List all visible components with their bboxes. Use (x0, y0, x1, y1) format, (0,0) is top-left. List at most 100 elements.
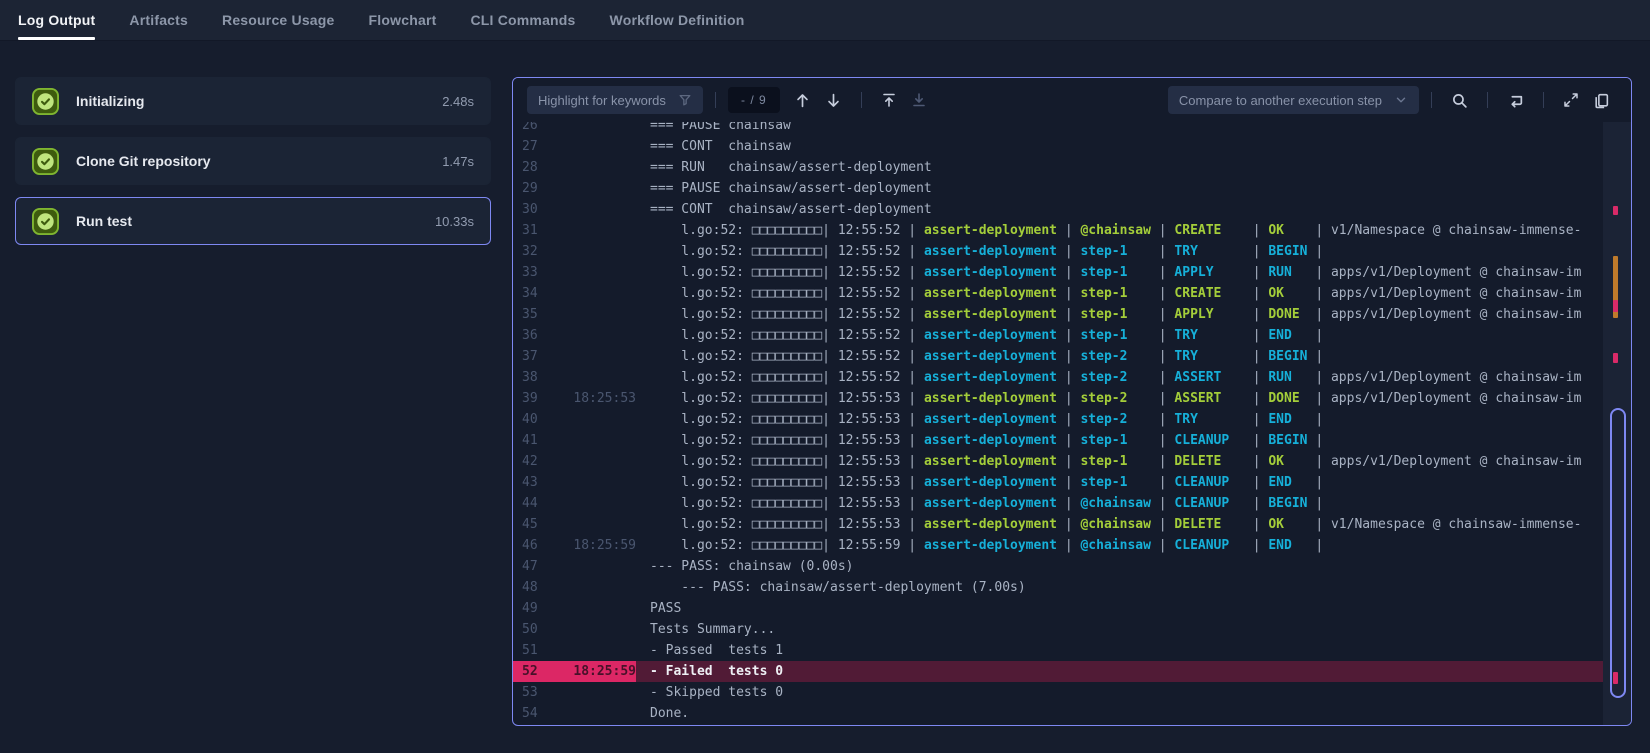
line-timestamp: 18:25:59 (555, 661, 636, 682)
log-line[interactable]: 47--- PASS: chainsaw (0.00s) (513, 556, 1603, 577)
line-number[interactable]: 37 (513, 346, 555, 367)
search-button[interactable] (1451, 92, 1468, 109)
log-line[interactable]: 36 l.go:52: □□□□□□□□□| 12:55:52 | assert… (513, 325, 1603, 346)
step-card-clone-git-repository[interactable]: Clone Git repository1.47s (15, 137, 491, 185)
log-line[interactable]: 29=== PAUSE chainsaw/assert-deployment (513, 178, 1603, 199)
scroll-to-top-button[interactable] (881, 92, 897, 108)
log-line[interactable]: 53- Skipped tests 0 (513, 682, 1603, 703)
log-line[interactable]: 4618:25:59 l.go:52: □□□□□□□□□| 12:55:59 … (513, 535, 1603, 556)
log-text: l.go:52: □□□□□□□□□| 12:55:59 | (650, 538, 924, 553)
log-line[interactable]: 3918:25:53 l.go:52: □□□□□□□□□| 12:55:53 … (513, 388, 1603, 409)
log-text: | apps/v1/Deployment @ chainsaw-im (1308, 454, 1582, 469)
line-number[interactable]: 33 (513, 262, 555, 283)
tab-log-output[interactable]: Log Output (18, 0, 95, 40)
log-field: BEGIN (1268, 433, 1307, 448)
compare-step-dropdown[interactable]: Compare to another execution step (1168, 86, 1419, 114)
log-line[interactable]: 44 l.go:52: □□□□□□□□□| 12:55:53 | assert… (513, 493, 1603, 514)
line-number[interactable]: 54 (513, 703, 555, 720)
log-scrollbar-thumb[interactable] (1610, 408, 1626, 698)
log-line[interactable]: 31 l.go:52: □□□□□□□□□| 12:55:52 | assert… (513, 220, 1603, 241)
tab-cli-commands[interactable]: CLI Commands (470, 0, 575, 40)
line-number[interactable]: 44 (513, 493, 555, 514)
line-number[interactable]: 32 (513, 241, 555, 262)
previous-match-button[interactable] (794, 92, 811, 109)
line-number[interactable]: 43 (513, 472, 555, 493)
log-text: | (1245, 223, 1268, 238)
log-field: step-1 (1080, 328, 1150, 343)
log-line[interactable]: 49PASS (513, 598, 1603, 619)
line-number[interactable]: 35 (513, 304, 555, 325)
log-line[interactable]: 41 l.go:52: □□□□□□□□□| 12:55:53 | assert… (513, 430, 1603, 451)
line-timestamp (555, 157, 636, 178)
log-field: APPLY (1174, 265, 1244, 280)
log-line[interactable]: 37 l.go:52: □□□□□□□□□| 12:55:52 | assert… (513, 346, 1603, 367)
log-line[interactable]: 35 l.go:52: □□□□□□□□□| 12:55:52 | assert… (513, 304, 1603, 325)
scroll-to-bottom-button[interactable] (911, 92, 927, 108)
log-field: TRY (1174, 244, 1244, 259)
log-field: OK (1268, 223, 1307, 238)
log-line[interactable]: 50Tests Summary... (513, 619, 1603, 640)
log-line[interactable]: 45 l.go:52: □□□□□□□□□| 12:55:53 | assert… (513, 514, 1603, 535)
line-number[interactable]: 46 (513, 535, 555, 556)
log-line-text: l.go:52: □□□□□□□□□| 12:55:53 | assert-de… (636, 514, 1603, 535)
copy-logs-button[interactable] (1593, 92, 1610, 109)
line-number[interactable]: 42 (513, 451, 555, 472)
line-timestamp (555, 619, 636, 640)
line-number[interactable]: 39 (513, 388, 555, 409)
log-field: TRY (1174, 412, 1244, 427)
log-text: | (1245, 412, 1268, 427)
line-number[interactable]: 36 (513, 325, 555, 346)
log-line[interactable]: 38 l.go:52: □□□□□□□□□| 12:55:52 | assert… (513, 367, 1603, 388)
line-number[interactable]: 27 (513, 136, 555, 157)
line-number[interactable]: 34 (513, 283, 555, 304)
fullscreen-button[interactable] (1563, 92, 1579, 108)
line-number[interactable]: 50 (513, 619, 555, 640)
line-number[interactable]: 48 (513, 577, 555, 598)
log-line[interactable]: 28=== RUN chainsaw/assert-deployment (513, 157, 1603, 178)
line-number[interactable]: 31 (513, 220, 555, 241)
log-line[interactable]: 40 l.go:52: □□□□□□□□□| 12:55:53 | assert… (513, 409, 1603, 430)
line-number[interactable]: 52 (513, 661, 555, 682)
log-line[interactable]: 30=== CONT chainsaw/assert-deployment (513, 199, 1603, 220)
line-number[interactable]: 53 (513, 682, 555, 703)
line-number[interactable]: 30 (513, 199, 555, 220)
line-number[interactable]: 51 (513, 640, 555, 661)
log-line[interactable]: 34 l.go:52: □□□□□□□□□| 12:55:52 | assert… (513, 283, 1603, 304)
log-line[interactable]: 33 l.go:52: □□□□□□□□□| 12:55:52 | assert… (513, 262, 1603, 283)
log-line[interactable]: 32 l.go:52: □□□□□□□□□| 12:55:52 | assert… (513, 241, 1603, 262)
tab-resource-usage[interactable]: Resource Usage (222, 0, 335, 40)
log-line[interactable]: 43 l.go:52: □□□□□□□□□| 12:55:53 | assert… (513, 472, 1603, 493)
log-text: | (1057, 454, 1080, 469)
tab-artifacts[interactable]: Artifacts (129, 0, 188, 40)
log-line[interactable]: 5218:25:59 - Failed tests 0 (513, 661, 1603, 682)
line-number[interactable]: 29 (513, 178, 555, 199)
log-text: | (1308, 433, 1324, 448)
highlight-keywords-dropdown[interactable]: Highlight for keywords (527, 86, 703, 114)
next-match-button[interactable] (825, 92, 842, 109)
step-card-initializing[interactable]: Initializing2.48s (15, 77, 491, 125)
step-card-run-test[interactable]: Run test10.33s (15, 197, 491, 245)
line-number[interactable]: 45 (513, 514, 555, 535)
line-number[interactable]: 47 (513, 556, 555, 577)
log-line[interactable]: 42 l.go:52: □□□□□□□□□| 12:55:53 | assert… (513, 451, 1603, 472)
log-field: @chainsaw (1080, 517, 1150, 532)
log-line[interactable]: 54Done. (513, 703, 1603, 720)
line-timestamp (555, 598, 636, 619)
log-line[interactable]: 27=== CONT chainsaw (513, 136, 1603, 157)
log-line-text: l.go:52: □□□□□□□□□| 12:55:52 | assert-de… (636, 304, 1603, 325)
tab-flowchart[interactable]: Flowchart (369, 0, 437, 40)
tab-workflow-definition[interactable]: Workflow Definition (610, 0, 745, 40)
log-field: CLEANUP (1174, 475, 1244, 490)
minimap-marker (1613, 300, 1618, 312)
word-wrap-button[interactable] (1507, 92, 1524, 109)
line-number[interactable]: 38 (513, 367, 555, 388)
log-scrollbar-track[interactable] (1603, 122, 1631, 725)
line-number[interactable]: 49 (513, 598, 555, 619)
line-number[interactable]: 41 (513, 430, 555, 451)
log-line[interactable]: 48 --- PASS: chainsaw/assert-deployment … (513, 577, 1603, 598)
line-number[interactable]: 28 (513, 157, 555, 178)
log-gutter: 33 (513, 262, 636, 283)
line-number[interactable]: 40 (513, 409, 555, 430)
log-line[interactable]: 51- Passed tests 1 (513, 640, 1603, 661)
log-text: - Failed tests 0 (650, 664, 783, 679)
